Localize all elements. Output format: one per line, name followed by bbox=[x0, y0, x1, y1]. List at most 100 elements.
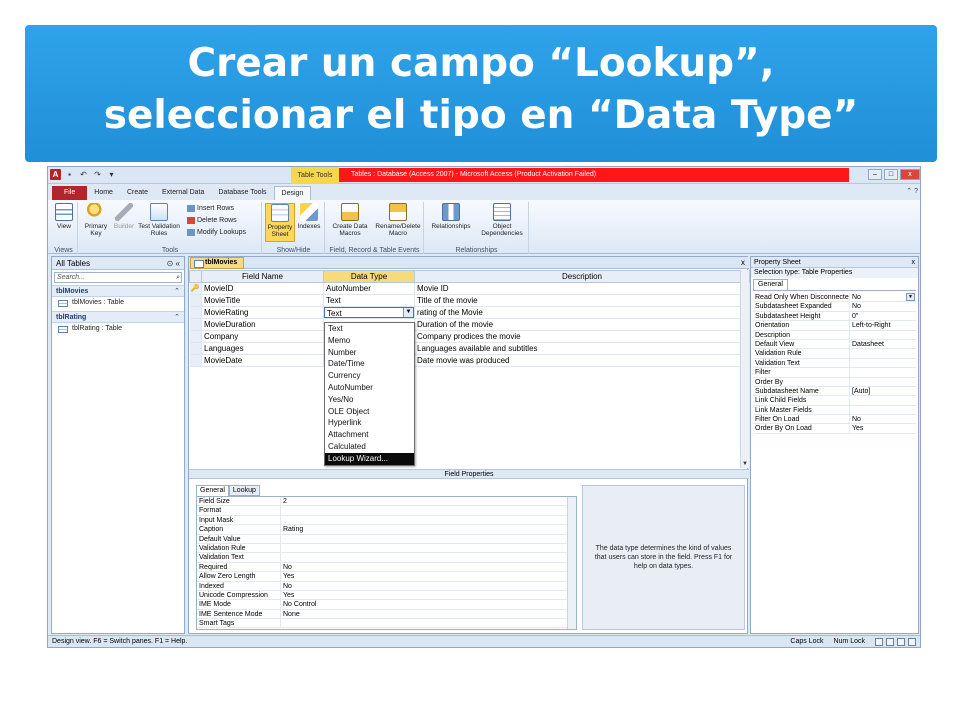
row-selector[interactable] bbox=[189, 294, 202, 307]
tab-external-data[interactable]: External Data bbox=[155, 186, 211, 200]
redo-icon[interactable]: ↷ bbox=[92, 169, 103, 180]
close-document-icon[interactable]: x bbox=[741, 257, 745, 268]
list-item[interactable]: Link Master Fields bbox=[753, 405, 916, 416]
data-type-option-hyperlink[interactable]: Hyperlink bbox=[325, 417, 414, 429]
nav-search-input[interactable]: Search... ⌕ bbox=[54, 272, 182, 283]
tab-home[interactable]: Home bbox=[87, 186, 120, 200]
insert-rows-button[interactable]: Insert Rows bbox=[187, 204, 234, 213]
nav-menu-collapse-icons[interactable]: ⊙ « bbox=[167, 257, 180, 270]
list-item[interactable]: Required No bbox=[197, 562, 576, 573]
list-item[interactable]: Validation Text bbox=[753, 358, 916, 369]
list-item[interactable]: Allow Zero Length Yes bbox=[197, 572, 576, 582]
list-item[interactable]: Format bbox=[197, 506, 576, 516]
tab-create[interactable]: Create bbox=[120, 186, 155, 200]
list-item[interactable]: Validation Rule bbox=[197, 543, 576, 554]
access-app-icon[interactable]: A bbox=[50, 169, 61, 180]
row-selector[interactable] bbox=[189, 306, 202, 319]
list-item[interactable]: Orientation Left-to-Right bbox=[753, 321, 916, 331]
delete-rows-button[interactable]: Delete Rows bbox=[187, 216, 237, 225]
description-cell[interactable]: Company prodices the movie bbox=[414, 330, 750, 343]
table-row[interactable]: MovieDate Date movie was produced bbox=[189, 354, 750, 367]
data-type-option-memo[interactable]: Memo bbox=[325, 335, 414, 347]
table-row[interactable]: 🔑 MovieID AutoNumber Movie ID bbox=[189, 282, 750, 295]
list-item[interactable]: Unicode Compression Yes bbox=[197, 590, 576, 601]
chevron-up-icon[interactable]: ⌃ bbox=[174, 312, 180, 323]
column-header-field-name[interactable]: Field Name bbox=[201, 270, 324, 283]
description-cell[interactable]: rating of the Movie bbox=[414, 306, 750, 319]
list-item[interactable]: Default Value bbox=[197, 534, 576, 544]
data-type-option-ole-object[interactable]: OLE Object bbox=[325, 406, 414, 418]
tab-design[interactable]: Design bbox=[273, 186, 312, 200]
document-tab-tblmovies[interactable]: tblMovies bbox=[190, 257, 245, 269]
table-row[interactable]: MovieTitle Text Title of the movie bbox=[189, 294, 750, 307]
row-selector[interactable] bbox=[189, 342, 202, 355]
description-cell[interactable]: Date movie was produced bbox=[414, 354, 750, 367]
close-property-sheet-icon[interactable]: x bbox=[912, 257, 916, 268]
field-name-cell[interactable]: MovieDuration bbox=[201, 318, 324, 331]
field-name-cell[interactable]: MovieRating bbox=[201, 306, 324, 319]
data-type-option-text[interactable]: Text bbox=[325, 323, 414, 335]
column-header-description[interactable]: Description bbox=[414, 270, 750, 283]
data-type-combobox[interactable]: Text ▼ bbox=[323, 306, 415, 319]
indexes-button[interactable]: Indexes bbox=[296, 203, 322, 230]
test-validation-rules-button[interactable]: Test Validation Rules bbox=[137, 203, 181, 237]
tab-lookup[interactable]: Lookup bbox=[228, 485, 260, 496]
chevron-down-icon[interactable]: ▼ bbox=[906, 293, 915, 301]
scroll-down-icon[interactable]: ▼ bbox=[741, 460, 749, 468]
list-item[interactable]: Smart Tags bbox=[197, 619, 576, 629]
data-type-option-number[interactable]: Number bbox=[325, 347, 414, 359]
data-type-dropdown-list[interactable]: Text Memo Number Date/Time Currency Auto… bbox=[324, 322, 415, 466]
datasheet-view-icon[interactable] bbox=[875, 638, 883, 646]
data-type-option-lookup-wizard[interactable]: Lookup Wizard... bbox=[325, 452, 414, 465]
field-name-cell[interactable]: MovieID bbox=[201, 282, 324, 295]
view-button[interactable]: View bbox=[53, 203, 75, 230]
table-row[interactable]: MovieRating Text ▼ rating of the Movie bbox=[189, 306, 750, 319]
list-item[interactable]: Read Only When Disconnected No ▼ bbox=[753, 293, 916, 303]
field-name-cell[interactable]: MovieDate bbox=[201, 354, 324, 367]
list-item[interactable]: Default View Datasheet bbox=[753, 339, 916, 350]
minimize-button[interactable]: – bbox=[868, 169, 882, 180]
data-type-option-autonumber[interactable]: AutoNumber bbox=[325, 382, 414, 394]
description-cell[interactable]: Duration of the movie bbox=[414, 318, 750, 331]
primary-key-button[interactable]: Primary Key bbox=[81, 203, 111, 237]
list-item[interactable]: Order By bbox=[753, 377, 916, 387]
list-item[interactable]: Validation Text bbox=[197, 553, 576, 563]
list-item[interactable]: Indexed No bbox=[197, 581, 576, 591]
pivottable-view-icon[interactable] bbox=[886, 638, 894, 646]
data-type-cell[interactable]: AutoNumber bbox=[323, 282, 415, 295]
list-item[interactable]: IME Mode No Control bbox=[197, 600, 576, 610]
table-row[interactable]: Company Company prodices the movie bbox=[189, 330, 750, 343]
tab-file[interactable]: File bbox=[52, 186, 88, 200]
field-properties-scrollbar[interactable] bbox=[567, 497, 576, 629]
data-type-option-currency[interactable]: Currency bbox=[325, 370, 414, 382]
chevron-down-icon[interactable]: ▼ bbox=[403, 308, 413, 317]
row-selector[interactable] bbox=[189, 330, 202, 343]
maximize-button[interactable]: □ bbox=[884, 169, 898, 180]
property-sheet-button[interactable]: Property Sheet bbox=[265, 203, 295, 242]
row-selector[interactable] bbox=[189, 354, 202, 367]
list-item[interactable]: Order By On Load Yes bbox=[753, 424, 916, 434]
list-item[interactable]: Validation Rule bbox=[753, 349, 916, 359]
list-item[interactable]: Subdatasheet Name [Auto] bbox=[753, 386, 916, 397]
ribbon-minimize-help-icons[interactable]: ⌃ ? bbox=[906, 187, 918, 195]
undo-icon[interactable]: ↶ bbox=[78, 169, 89, 180]
close-button[interactable]: x bbox=[900, 169, 920, 180]
table-row[interactable]: MovieDuration Duration of the movie bbox=[189, 318, 750, 331]
nav-header[interactable]: All Tables ⊙ « bbox=[52, 257, 184, 270]
description-cell[interactable]: Movie ID bbox=[414, 282, 750, 295]
data-type-option-calculated[interactable]: Calculated bbox=[325, 441, 414, 453]
chevron-up-icon[interactable]: ⌃ bbox=[174, 286, 180, 297]
field-name-cell[interactable]: MovieTitle bbox=[201, 294, 324, 307]
grid-vertical-scrollbar[interactable]: ▼ bbox=[740, 270, 749, 468]
list-item[interactable]: Caption Rating bbox=[197, 525, 576, 535]
table-row[interactable]: Languages Languages available and subtit… bbox=[189, 342, 750, 355]
list-item[interactable]: Input Mask bbox=[197, 515, 576, 526]
data-type-cell[interactable]: Text bbox=[323, 294, 415, 307]
field-name-cell[interactable]: Company bbox=[201, 330, 324, 343]
primary-key-icon[interactable]: 🔑 bbox=[189, 282, 202, 295]
list-item[interactable]: Description bbox=[753, 330, 916, 340]
list-item[interactable]: IME Sentence Mode None bbox=[197, 609, 576, 620]
modify-lookups-button[interactable]: Modify Lookups bbox=[187, 228, 246, 237]
row-selector[interactable] bbox=[189, 318, 202, 331]
list-item[interactable]: Link Child Fields bbox=[753, 396, 916, 406]
